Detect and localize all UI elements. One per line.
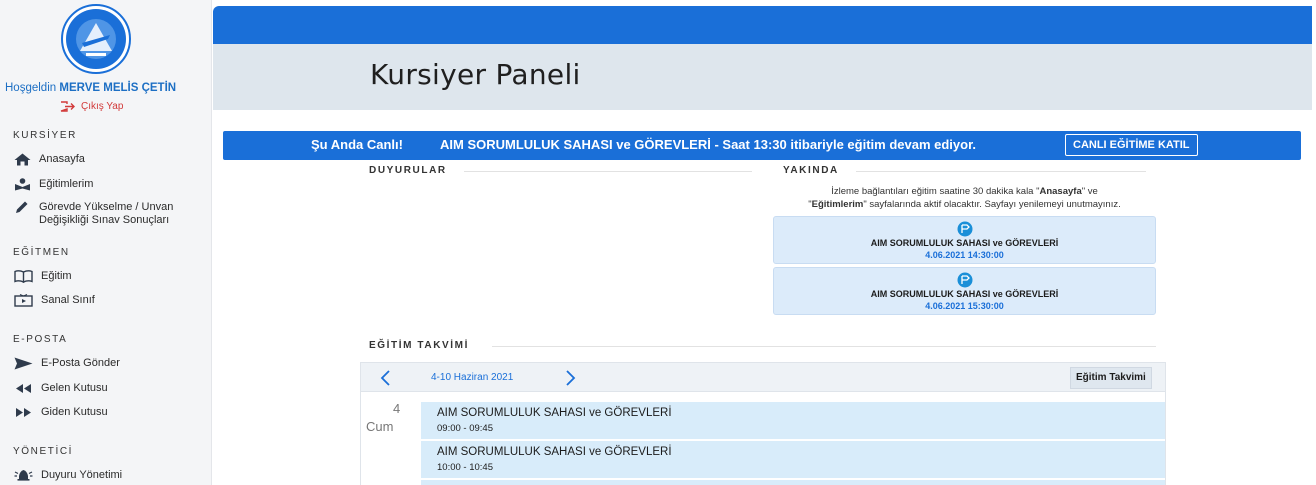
send-icon xyxy=(14,357,33,370)
sidebar-item-duyuru-yonetimi[interactable]: Duyuru Yönetimi xyxy=(14,469,122,482)
book-icon xyxy=(14,270,33,283)
live-label: Şu Anda Canlı! xyxy=(311,137,403,152)
welcome-text: Hoşgeldin MERVE MELİS ÇETİN xyxy=(5,82,177,94)
sidebar-item-eposta-gonder[interactable]: E-Posta Gönder xyxy=(14,357,120,370)
pencil-icon xyxy=(16,201,28,213)
sidebar-item-label: Eğitim xyxy=(41,270,72,282)
upcoming-event-card[interactable]: AIM SORUMLULUK SAHASI ve GÖREVLERİ 4.06.… xyxy=(773,267,1156,315)
calendar-event[interactable]: AIM SORUMLULUK SAHASI ve GÖREVLERİ 10:00… xyxy=(421,441,1165,478)
announcements-divider xyxy=(464,171,752,172)
announcements-heading: DUYURULAR xyxy=(369,165,447,176)
event-date: 4.06.2021 15:30:00 xyxy=(925,301,1004,311)
upcoming-divider xyxy=(856,171,1146,172)
sidebar-item-giden-kutusu[interactable]: Giden Kutusu xyxy=(14,406,108,419)
section-title-eposta: E-POSTA xyxy=(13,334,68,345)
event-title: AIM SORUMLULUK SAHASI ve GÖREVLERİ xyxy=(870,289,1059,299)
sidebar-item-label: Duyuru Yönetimi xyxy=(41,469,123,481)
sidebar-item-label: Anasayfa xyxy=(39,153,85,165)
section-title-yonetici: YÖNETİCİ xyxy=(13,446,74,457)
sidebar-item-label: E-Posta Gönder xyxy=(41,357,120,369)
sidebar-item-label: Eğitimlerim xyxy=(39,178,94,190)
dhmi-logo xyxy=(61,4,131,74)
calendar-event-time: 10:00 - 10:45 xyxy=(437,462,493,473)
calendar-divider xyxy=(492,346,1156,347)
chevron-left-icon[interactable] xyxy=(377,368,395,388)
event-title: AIM SORUMLULUK SAHASI ve GÖREVLERİ xyxy=(870,238,1059,248)
calendar-event-title: AIM SORUMLULUK SAHASI ve GÖREVLERİ xyxy=(437,446,672,458)
user-name: MERVE MELİS ÇETİN xyxy=(59,82,177,94)
student-icon xyxy=(15,178,30,191)
calendar-heading: EĞİTİM TAKVİMİ xyxy=(369,340,469,351)
live-text: AIM SORUMLULUK SAHASI ve GÖREVLERİ - Saa… xyxy=(440,137,977,152)
live-class-icon xyxy=(957,221,973,237)
live-banner: Şu Anda Canlı! AIM SORUMLULUK SAHASI ve … xyxy=(223,131,1301,160)
top-blue-bar xyxy=(213,6,1312,44)
chevron-right-icon[interactable] xyxy=(561,368,579,388)
sidebar-item-label: Görevde Yükselme / Unvan Değişikliği Sına… xyxy=(39,201,174,226)
bullhorn-icon xyxy=(14,470,33,481)
forward-icon xyxy=(16,408,31,417)
sidebar-item-sinav-sonuclari[interactable]: Görevde Yükselme / Unvan Değişikliği Sına… xyxy=(14,201,173,227)
sidebar-item-anasayfa[interactable]: Anasayfa xyxy=(14,153,85,166)
page-title: Kursiyer Paneli xyxy=(370,58,581,91)
rewind-icon xyxy=(16,384,31,393)
sidebar-item-label: Sanal Sınıf xyxy=(41,294,95,306)
section-title-egitmen: EĞİTMEN xyxy=(13,247,70,258)
calendar-day-name: Cum xyxy=(366,419,394,434)
sidebar: Hoşgeldin MERVE MELİS ÇETİN Çıkış Yap KU… xyxy=(0,0,212,485)
calendar-event[interactable]: AIM SORUMLULUK SAHASI ve GÖREVLERİ 09:00… xyxy=(421,402,1165,439)
section-title-kursiyer: KURSİYER xyxy=(13,130,77,141)
calendar-view-button[interactable]: Eğitim Takvimi xyxy=(1070,367,1152,389)
live-class-icon xyxy=(957,272,973,288)
screen-icon xyxy=(14,294,33,307)
logout-link[interactable]: Çıkış Yap xyxy=(60,101,123,112)
sidebar-item-sanal-sinif[interactable]: Sanal Sınıf xyxy=(14,294,95,307)
calendar-day-number: 4 xyxy=(393,401,401,416)
sidebar-item-egitim[interactable]: Eğitim xyxy=(14,270,72,283)
join-live-button[interactable]: CANLI EĞİTİME KATIL xyxy=(1065,134,1198,156)
calendar-range: 4-10 Haziran 2021 xyxy=(431,372,514,383)
logout-icon xyxy=(60,101,75,112)
upcoming-heading: YAKINDA xyxy=(783,165,839,176)
calendar-toolbar: 4-10 Haziran 2021 Eğitim Takvimi xyxy=(360,362,1166,392)
sidebar-item-egitimlerim[interactable]: Eğitimlerim xyxy=(14,178,93,191)
calendar-event-title: AIM SORUMLULUK SAHASI ve GÖREVLERİ xyxy=(437,407,672,419)
sidebar-item-gelen-kutusu[interactable]: Gelen Kutusu xyxy=(14,382,108,395)
page-header: Kursiyer Paneli xyxy=(213,44,1312,110)
upcoming-note: İzleme bağlantıları eğitim saatine 30 da… xyxy=(808,186,1121,210)
event-date: 4.06.2021 14:30:00 xyxy=(925,250,1004,260)
calendar-event-time: 09:00 - 09:45 xyxy=(437,423,493,434)
home-icon xyxy=(14,153,31,166)
sidebar-item-label: Giden Kutusu xyxy=(41,406,108,418)
sidebar-item-label: Gelen Kutusu xyxy=(41,382,108,394)
logout-label: Çıkış Yap xyxy=(81,101,124,112)
upcoming-event-card[interactable]: AIM SORUMLULUK SAHASI ve GÖREVLERİ 4.06.… xyxy=(773,216,1156,264)
calendar-event[interactable] xyxy=(421,480,1165,485)
